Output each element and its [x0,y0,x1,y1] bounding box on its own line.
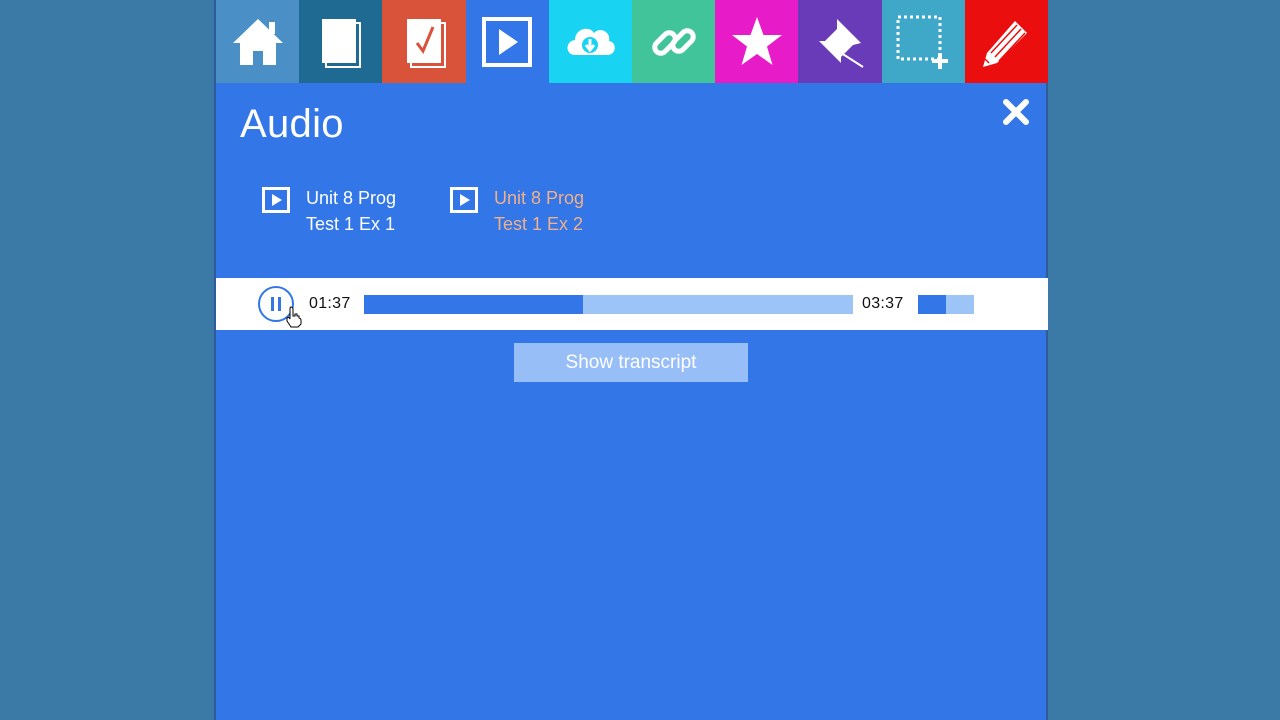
current-time: 01:37 [309,295,351,312]
pages-button[interactable] [299,0,383,83]
test-button[interactable] [382,0,466,83]
track-label: Unit 8 Prog Test 1 Ex 1 [306,188,397,234]
toolbar [216,0,1048,83]
media-play-icon [482,16,533,67]
media-button[interactable] [465,0,549,83]
progress-played [364,295,583,314]
volume-slider[interactable] [918,295,974,314]
cloud-download-icon [567,28,616,55]
selection-add-icon [896,15,949,69]
link-button[interactable] [631,0,716,83]
total-time: 03:37 [862,295,904,312]
close-button[interactable] [1000,96,1032,128]
audio-app-window: Audio Unit 8 Prog Test 1 Ex 1 Unit 8 Pro… [214,0,1048,720]
track-label: Unit 8 Prog Test 1 Ex 2 [494,188,585,234]
play-icon [262,187,290,213]
pin-button[interactable] [798,0,882,83]
progress-bar[interactable] [364,295,853,314]
favourites-button[interactable] [715,0,799,83]
pause-icon [269,297,283,311]
star-icon [731,16,782,65]
download-button[interactable] [548,0,632,83]
home-icon [232,18,283,65]
test-check-icon [406,18,446,68]
draw-button[interactable] [964,0,1048,83]
home-button[interactable] [216,0,300,83]
audio-track-item[interactable]: Unit 8 Prog Test 1 Ex 2 [450,185,584,237]
select-area-button[interactable] [881,0,965,83]
audio-player: 01:37 03:37 [216,278,1048,330]
hand-cursor-icon [286,306,302,328]
pages-icon [321,18,361,68]
panel-title: Audio [240,102,344,146]
close-icon [1003,99,1029,125]
volume-level [918,295,946,314]
pencil-icon [983,20,1028,67]
link-icon [651,27,696,56]
play-icon [450,187,478,213]
pin-icon [818,18,864,68]
show-transcript-button[interactable]: Show transcript [514,343,748,382]
audio-track-item[interactable]: Unit 8 Prog Test 1 Ex 1 [262,185,396,237]
